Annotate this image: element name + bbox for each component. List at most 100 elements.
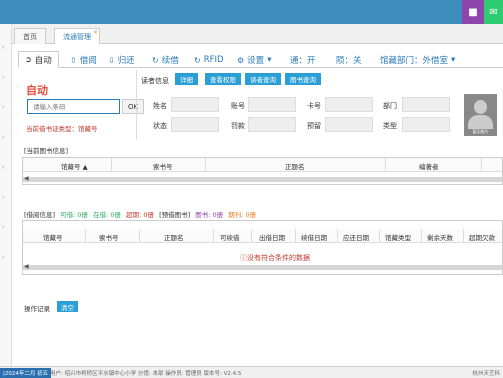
through-toggle[interactable]: 通：开 [290,52,316,68]
dept-dropdown[interactable]: 馆藏部门：外借室 ▾ [380,52,455,68]
column-header: 馆藏号 [43,234,63,242]
upload-icon: ⇧ [70,55,77,65]
rfid-tab[interactable]: ↻ RFID [194,52,224,68]
current-books-grid: 馆藏号 ▲ 索书号 正题名 编著者 ◀ [22,157,503,185]
chevron-icon[interactable]: ‹ [2,134,4,141]
view-permission-button[interactable]: 查看权限 [205,73,241,85]
chevron-icon[interactable]: ‹ [2,74,4,81]
avatar-icon [474,100,487,114]
settings-dropdown[interactable]: ⚙ 设置 ▾ [237,52,271,68]
divider [295,229,296,243]
stat-books: 图书: 0册 [195,211,224,219]
sort-icon[interactable]: ▲ [83,163,88,171]
field-label: 类型 [383,122,397,130]
field-label: 部门 [383,102,397,110]
tool-label: RFID [203,55,224,65]
auto-panel: 自动 OK 当前借书证类型：馆藏号 [20,74,144,136]
status-field [171,117,219,132]
borrow-grid: 馆藏号 索书号 正题名 可续借 出借日期 续借日期 应还日期 馆藏类型 剩余天数… [22,220,503,275]
chevron-icon[interactable]: ‹ [2,254,4,261]
column-header: 编著者 [419,163,439,171]
reader-label: 读者信息 [141,77,169,85]
field-label: 姓名 [153,102,167,110]
borrow-summary: [借阅信息] 可借: 0册 在借: 0册 超期: 0册 [预借图书] 图书: 0… [24,209,259,219]
divider [463,229,464,243]
column-header: 出借日期 [259,234,285,242]
gear-icon: ⚙ [237,55,245,65]
download-icon: ⇩ [108,55,115,65]
barcode-input[interactable] [27,99,120,114]
column-header: 正题名 [285,163,305,171]
return-tab[interactable]: ⇩ 归还 [108,52,135,68]
name-field [171,97,219,112]
divider [379,229,380,243]
tool-label: 设置 [247,56,265,66]
mail-icon[interactable]: ✉ [484,0,503,24]
chevron-icon[interactable]: ‹ [2,164,4,171]
scroll-left-icon[interactable]: ◀ [24,175,29,182]
divider [337,229,338,243]
horizontal-scrollbar[interactable]: ◀ [23,175,502,182]
stat-reserved: [预借图书] [159,211,191,219]
tool-label: 借阅 [79,56,97,66]
column-header: 超期欠款 [469,234,495,242]
tab-label: 首页 [23,33,37,41]
arrow-icon: ➲ [25,55,32,64]
column-header: 应还日期 [343,234,369,242]
reader-photo: 暂无照片 [464,94,497,136]
divider [213,229,214,243]
grid-header: 馆藏号 ▲ 索书号 正题名 编著者 [23,158,502,172]
divider [481,158,482,172]
toolbar: ➲ 自动 ⇧ 借阅 ⇩ 归还 ↻ 续借 ↻ RFID ⚙ 设置 ▾ 通：开 陨：关 馆藏部门：… [18,50,503,68]
dept-field [402,97,450,112]
book-query-button[interactable]: 图书查询 [285,73,321,85]
detail-button[interactable]: 详细 [175,73,198,85]
divider [385,158,386,172]
column-header[interactable]: 馆藏号 ▲ [61,161,88,171]
refresh-icon: ↻ [152,55,159,65]
date-badge: |2024年二月 初五 [0,368,52,378]
tool-label: 归还 [117,56,135,66]
chevron-icon[interactable]: ‹ [2,224,4,231]
tab-circulation[interactable]: 流通管理 × [54,28,100,44]
field-label: 预留 [307,122,321,130]
tool-label: 续借 [161,56,179,66]
card-field [325,97,373,112]
chevron-icon[interactable]: ‹ [2,194,4,201]
column-header: 索书号 [99,234,119,242]
stat-available: 可借: 0册 [60,211,89,219]
tool-label: 通：开 [290,56,316,66]
bell-icon[interactable]: ■ [462,0,484,24]
borrow-title: [借阅信息] [24,211,56,219]
account-field [248,97,296,112]
caret-down-icon: ▾ [267,55,272,65]
tab-home[interactable]: 首页 [14,28,46,44]
divider [85,229,86,243]
status-bar: |2024年二月 初五 用户: 绍兴市柯桥区平水镇中心小学 分馆: 本部 操作员… [0,366,503,378]
tab-label: 流通管理 [63,33,91,41]
horizontal-scrollbar[interactable]: ◀ [23,263,502,270]
chevron-icon[interactable]: ‹ [2,104,4,111]
empty-text: 没有符合条件的数据 [247,254,310,262]
stat-journals: 期刊: 0册 [228,211,257,219]
field-label: 状态 [153,122,167,130]
caret-down-icon: ▾ [451,55,456,65]
divider [111,158,112,172]
chevron-icon[interactable]: ‹ [2,44,4,51]
renew-tab[interactable]: ↻ 续借 [152,52,179,68]
close-icon[interactable]: × [93,29,98,36]
borrow-tab[interactable]: ⇧ 借阅 [70,52,97,68]
sidebar: ‹ ‹ ‹ ‹ ‹ ‹ ‹ ‹ [0,24,12,366]
log-label: 操作记录 [24,305,50,313]
reader-query-button[interactable]: 读者查询 [245,73,281,85]
stat-overdue: 超期: 0册 [126,211,155,219]
card-type-text: 当前借书证类型：馆藏号 [26,125,98,133]
scroll-left-icon[interactable]: ◀ [24,263,29,270]
auto-tab[interactable]: ➲ 自动 [18,51,59,68]
clear-button[interactable]: 清空 [57,301,78,312]
off-toggle[interactable]: 陨：关 [336,52,362,68]
reserve-field [325,117,373,132]
field-label: 罚款 [231,122,245,130]
field-label: 账号 [231,102,245,110]
photo-caption: 暂无照片 [472,129,489,134]
